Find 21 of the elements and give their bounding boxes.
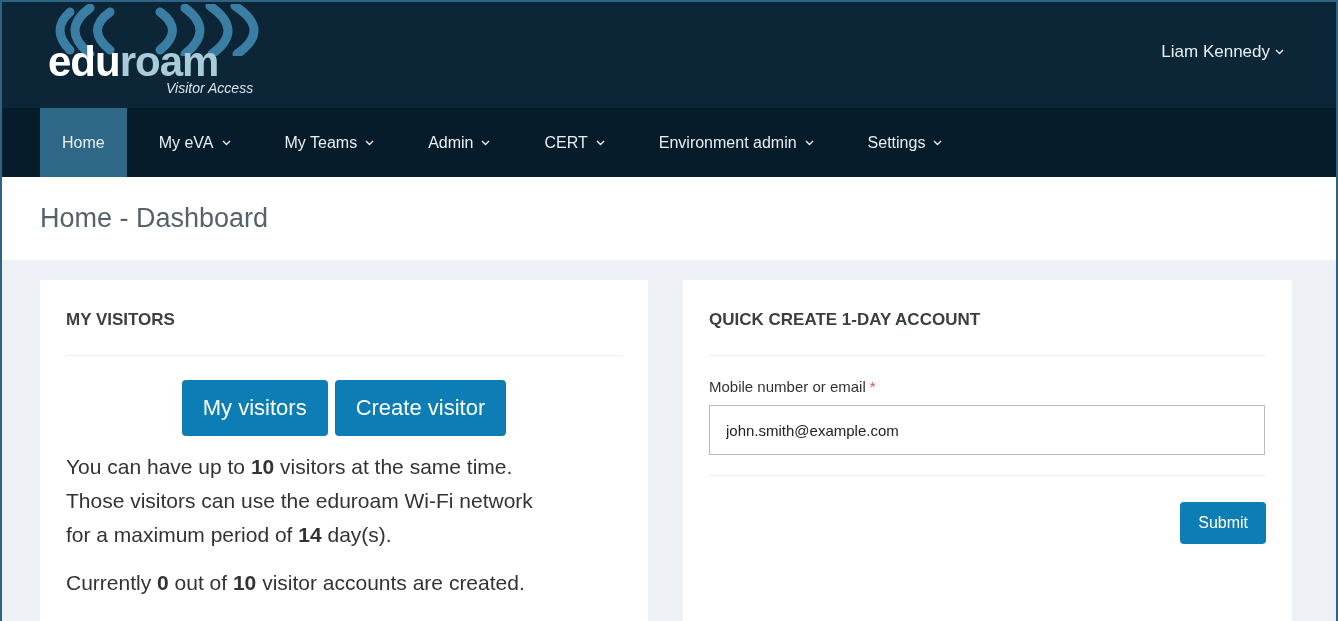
submit-button[interactable]: Submit [1180, 502, 1266, 544]
field-label: Mobile number or email [709, 378, 866, 395]
user-menu[interactable]: Liam Kennedy [1161, 42, 1284, 62]
nav-tab[interactable]: My eVA [136, 108, 253, 177]
required-mark: * [869, 378, 876, 395]
page-title: Home - Dashboard [40, 203, 269, 234]
card-title: MY VISITORS [66, 310, 176, 330]
logo-tagline: Visitor Access [166, 80, 255, 96]
nav-tab[interactable]: Home [40, 108, 127, 177]
nav-tab[interactable]: My Teams [262, 108, 397, 177]
nav-tab[interactable]: Admin [406, 108, 513, 177]
info-text: Currently 0 out of 10 visitor accounts are created. [66, 570, 526, 596]
nav-tab[interactable]: Environment admin [636, 108, 836, 177]
nav-tab[interactable]: CERT [522, 108, 627, 177]
input-field[interactable]: john.smith@example.com [709, 405, 1265, 455]
action-button[interactable]: My visitors [181, 380, 328, 436]
info-text: You can have up to 10 visitors at the same time. Those visitors can use the eduroam Wi-Fi network for a maximum period of 14 day(s). [66, 454, 534, 548]
nav-tab[interactable]: Settings [845, 108, 965, 177]
action-button[interactable]: Create visitor [334, 380, 507, 436]
logo-wordmark: eduroam [48, 44, 219, 80]
card-title: QUICK CREATE 1-DAY ACCOUNT [709, 310, 982, 330]
